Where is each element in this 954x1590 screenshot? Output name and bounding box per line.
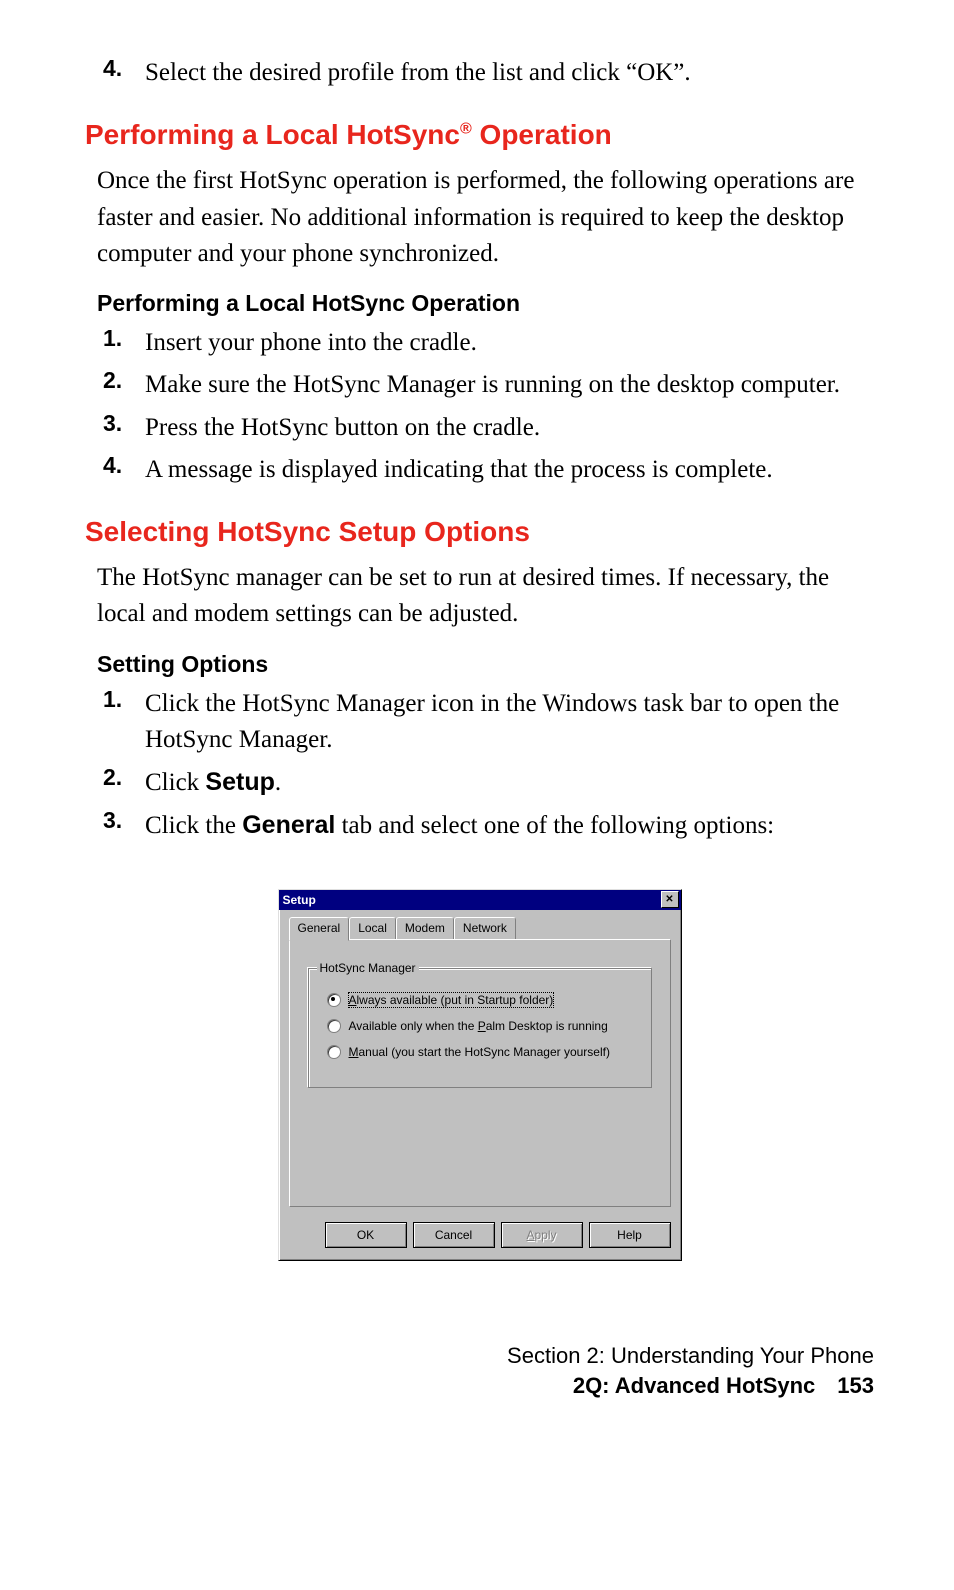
list-item: 2.Make sure the HotSync Manager is runni… xyxy=(97,367,874,403)
help-button[interactable]: Help xyxy=(589,1222,671,1248)
title-bar: Setup ✕ xyxy=(279,890,681,910)
cancel-button[interactable]: Cancel xyxy=(413,1222,495,1248)
list-text: Click the HotSync Manager icon in the Wi… xyxy=(145,686,874,759)
subheading-setting-options: Setting Options xyxy=(97,651,874,678)
list-number: 2. xyxy=(97,764,145,801)
list-text: Insert your phone into the cradle. xyxy=(145,325,874,361)
dialog-title: Setup xyxy=(283,893,316,907)
list-number: 4. xyxy=(97,452,145,488)
setup-dialog: Setup ✕ General Local Modem Network HotS… xyxy=(278,889,682,1261)
list-item: 3.Press the HotSync button on the cradle… xyxy=(97,410,874,446)
list-number: 2. xyxy=(97,367,145,403)
radio-option[interactable]: Available only when the Palm Desktop is … xyxy=(327,1019,639,1033)
radio-label: Always available (put in Startup folder) xyxy=(349,993,554,1007)
heading-text: Performing a Local HotSync xyxy=(85,119,460,150)
dialog-buttons: OK Cancel Apply Help xyxy=(279,1217,681,1260)
section-heading-setup-options: Selecting HotSync Setup Options xyxy=(85,516,874,548)
paragraph: The HotSync manager can be set to run at… xyxy=(97,560,874,633)
apply-button[interactable]: Apply xyxy=(501,1222,583,1248)
radio-button[interactable] xyxy=(327,1045,341,1059)
ok-button[interactable]: OK xyxy=(325,1222,407,1248)
paragraph: Once the first HotSync operation is perf… xyxy=(97,163,874,272)
tab-local[interactable]: Local xyxy=(349,917,396,939)
page-footer: Section 2: Understanding Your Phone 2Q: … xyxy=(85,1341,874,1403)
list-number: 4. xyxy=(97,55,145,91)
footer-section: Section 2: Understanding Your Phone xyxy=(85,1341,874,1372)
radio-label: Available only when the Palm Desktop is … xyxy=(349,1019,608,1033)
list-text: Press the HotSync button on the cradle. xyxy=(145,410,874,446)
footer-page: 2Q: Advanced HotSync 153 xyxy=(85,1371,874,1402)
radio-option[interactable]: Manual (you start the HotSync Manager yo… xyxy=(327,1045,639,1059)
list-item: 3.Click the General tab and select one o… xyxy=(97,807,874,844)
group-label: HotSync Manager xyxy=(317,961,419,975)
bold-term: Setup xyxy=(205,768,274,796)
radio-button[interactable] xyxy=(327,1019,341,1033)
heading-text: Operation xyxy=(472,119,612,150)
list-text: Click Setup. xyxy=(145,764,874,801)
list-item: 1.Insert your phone into the cradle. xyxy=(97,325,874,361)
list-item: 2.Click Setup. xyxy=(97,764,874,801)
tab-modem[interactable]: Modem xyxy=(396,917,454,939)
tab-strip: General Local Modem Network xyxy=(289,917,671,939)
radio-option[interactable]: Always available (put in Startup folder) xyxy=(327,993,639,1007)
tab-network[interactable]: Network xyxy=(454,917,516,939)
list-item: 1.Click the HotSync Manager icon in the … xyxy=(97,686,874,759)
radio-button[interactable] xyxy=(327,993,341,1007)
list-text: Click the General tab and select one of … xyxy=(145,807,874,844)
list-text: Select the desired profile from the list… xyxy=(145,55,874,91)
list-text: Make sure the HotSync Manager is running… xyxy=(145,367,874,403)
list-number: 3. xyxy=(97,807,145,844)
list-text: A message is displayed indicating that t… xyxy=(145,452,874,488)
list-number: 1. xyxy=(97,325,145,361)
tab-panel: HotSync Manager Always available (put in… xyxy=(289,939,671,1207)
close-button[interactable]: ✕ xyxy=(661,891,679,908)
list-item: 4.A message is displayed indicating that… xyxy=(97,452,874,488)
list-item: 4. Select the desired profile from the l… xyxy=(97,55,874,91)
radio-label: Manual (you start the HotSync Manager yo… xyxy=(349,1045,610,1059)
subheading-local-hotsync: Performing a Local HotSync Operation xyxy=(97,290,874,317)
registered-mark: ® xyxy=(460,121,472,138)
list-number: 3. xyxy=(97,410,145,446)
list-number: 1. xyxy=(97,686,145,759)
hotsync-manager-group: HotSync Manager Always available (put in… xyxy=(308,968,652,1088)
section-heading-local-hotsync: Performing a Local HotSync® Operation xyxy=(85,119,874,151)
bold-term: General xyxy=(242,811,335,839)
tab-general[interactable]: General xyxy=(289,917,350,941)
